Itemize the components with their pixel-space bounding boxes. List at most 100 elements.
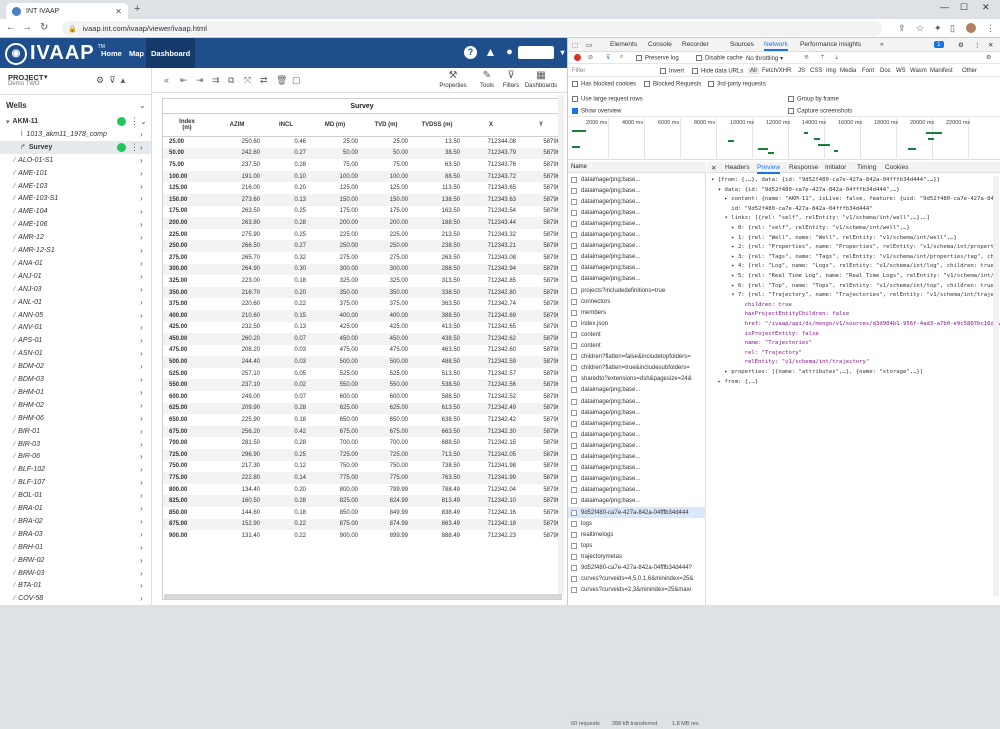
close-tab-icon[interactable]: ✕ <box>115 7 122 16</box>
well-item[interactable]: ∕ BLF-107 › <box>0 476 151 489</box>
item-menu-icon[interactable]: ⋮ <box>130 116 139 127</box>
request-row[interactable]: dataimage/png;base... <box>568 196 706 207</box>
table-row[interactable]: 275.00 265.70 0.32 275.00 275.00 263.50 712343… <box>163 252 561 264</box>
request-row[interactable]: dataimage/png;base... <box>568 263 706 274</box>
issues-badge[interactable]: 1 <box>934 41 944 48</box>
tab-response[interactable]: Response <box>789 164 818 171</box>
column-header[interactable]: TVDSS (m) <box>411 114 463 137</box>
well-item[interactable]: ∕ BRA-02 › <box>0 515 151 528</box>
request-row[interactable]: dataimage/png;base... <box>568 218 706 229</box>
chevron-right-icon[interactable]: › <box>140 130 143 139</box>
chevron-right-icon[interactable]: › <box>140 440 143 449</box>
json-line[interactable]: ▸ 4: {rel: "Log", name: "Logs", relEntit… <box>711 263 997 269</box>
request-row[interactable]: dataimage/png;base... <box>568 485 706 496</box>
request-row[interactable]: realtimelogs <box>568 529 706 540</box>
well-item[interactable]: ∕ BHM-01 › <box>0 386 151 399</box>
user-name-box[interactable] <box>518 46 554 59</box>
json-line[interactable]: ▸ 2: {rel: "Properties", name: "Properti… <box>711 244 997 250</box>
table-row[interactable]: 200.00 263.80 0.28 200.00 200.00 188.50 712343… <box>163 217 561 229</box>
json-line[interactable]: ▾ links: [{rel: "self", relEntity: "v1/s… <box>711 215 929 221</box>
chevron-right-icon[interactable]: › <box>140 375 143 384</box>
request-row[interactable]: dataimage/png;base... <box>568 474 706 485</box>
type-wasm[interactable]: Wasm <box>910 68 927 74</box>
reload-icon[interactable]: ↻ <box>40 22 48 33</box>
table-row[interactable]: 750.00 217.30 0.12 750.00 750.00 738.50 712341… <box>163 461 561 473</box>
well-item[interactable]: ∕ AME-103 › <box>0 180 151 193</box>
request-row[interactable]: 9d52f480-ca7e-427a-842a-04fffb34d444 <box>568 507 706 518</box>
request-row[interactable]: dataimage/png;base... <box>568 241 706 252</box>
json-line[interactable]: hasProjectEntityChildren: false <box>711 311 849 317</box>
chevron-right-icon[interactable]: › <box>140 530 143 539</box>
well-item[interactable]: ∕ BRW-03 › <box>0 567 151 580</box>
chevron-right-icon[interactable]: › <box>140 543 143 552</box>
wells-collapse-icon[interactable]: ⌄ <box>139 101 146 110</box>
well-item[interactable]: ∕ BDM-02 › <box>0 360 151 373</box>
type-all[interactable]: All <box>748 68 759 74</box>
disable-cache-checkbox[interactable]: Disable cache <box>696 55 743 62</box>
request-row[interactable]: children?flatten=false&includetopfolders… <box>568 352 706 363</box>
type-js[interactable]: JS <box>798 68 805 74</box>
network-overview-timeline[interactable]: 2000 ms 4000 ms 6000 ms 8000 ms 10000 ms 1200… <box>568 118 1000 160</box>
well-item[interactable]: ∕ BDM-03 › <box>0 373 151 386</box>
request-row[interactable]: dataimage/png;base... <box>568 396 706 407</box>
chevron-right-icon[interactable]: › <box>140 427 143 436</box>
table-row[interactable]: 400.00 210.60 0.15 400.00 400.00 388.50 712342… <box>163 309 561 322</box>
json-line[interactable]: ▸ 6: {rel: "Top", name: "Tops", relEntit… <box>711 283 1000 289</box>
extensions-icon[interactable]: ✦ <box>934 23 942 34</box>
request-row[interactable]: projects?includedefinitions=true <box>568 285 706 296</box>
chevron-right-icon[interactable]: › <box>140 491 143 500</box>
table-row[interactable]: 175.00 263.50 0.25 175.00 175.00 163.50 712343… <box>163 206 561 218</box>
table-row[interactable]: 75.00 237.50 0.28 75.00 75.00 63.50 712343.76 5… <box>163 159 561 171</box>
json-line[interactable]: ▾ data: {id: "9d52f480-ca7e-427a-842a-04… <box>711 187 900 193</box>
close-window-icon[interactable]: ✕ <box>982 2 990 13</box>
forward-icon[interactable]: → <box>22 22 32 33</box>
json-line[interactable]: isProjectEntity: false <box>711 331 819 337</box>
table-row[interactable]: 725.00 296.90 0.25 725.00 725.00 713.50 712342… <box>163 449 561 461</box>
chevron-right-icon[interactable]: › <box>140 259 143 268</box>
well-item[interactable]: ∕ ANN-05 › <box>0 309 151 322</box>
chevron-right-icon[interactable]: › <box>140 143 143 152</box>
request-row[interactable]: sharedto?extensions=dsh&pagesize=24& <box>568 374 706 385</box>
chevron-right-icon[interactable]: › <box>140 401 143 410</box>
request-row[interactable]: 9d52f480-ca7e-427a-842a-04fffb34d444? <box>568 563 706 574</box>
column-header[interactable]: TVD (m) <box>361 114 411 137</box>
json-line[interactable]: ▸ from: {,…} <box>711 379 758 385</box>
browser-menu-icon[interactable]: ⋮ <box>986 23 995 34</box>
json-line[interactable]: rel: "Trajectory" <box>711 350 802 356</box>
more-tabs-icon[interactable]: » <box>880 41 884 48</box>
inspect-icon[interactable]: ⬚ <box>572 41 578 49</box>
chevron-right-icon[interactable]: › <box>140 452 143 461</box>
chevron-right-icon[interactable]: › <box>140 569 143 578</box>
chevron-right-icon[interactable]: › <box>140 169 143 178</box>
help-icon[interactable]: ? <box>464 46 477 59</box>
table-row[interactable]: 300.00 264.90 0.30 300.00 300.00 288.50 712342… <box>163 263 561 276</box>
bookmark-icon[interactable]: ☆ <box>916 23 924 34</box>
first-page-icon[interactable]: « <box>164 75 169 85</box>
well-item[interactable]: ∕ AME-106 › <box>0 218 151 231</box>
chevron-right-icon[interactable]: › <box>140 362 143 371</box>
json-line[interactable]: ▸ 0: {rel: "self", relEntity: "v1/schema… <box>711 225 910 231</box>
minimize-icon[interactable]: — <box>940 2 949 12</box>
json-line[interactable]: href: "/ivaap/api/ds/mongo/v1/sources/d3… <box>711 321 1000 327</box>
clear-icon[interactable]: ⊘ <box>588 54 593 61</box>
well-item[interactable]: ∕ BIR-03 › <box>0 438 151 451</box>
preserve-log-checkbox[interactable]: Preserve log <box>636 55 679 62</box>
table-row[interactable]: 650.00 225.90 0.18 650.00 650.00 638.50 712342… <box>163 414 561 426</box>
tab-elements[interactable]: Elements <box>610 41 637 48</box>
show-overview-checkbox[interactable]: Show overview <box>572 108 621 115</box>
back-icon[interactable]: ← <box>6 22 16 33</box>
table-row[interactable]: 600.00 249.00 0.07 600.00 600.00 588.50 712342… <box>163 391 561 403</box>
table-row[interactable]: 550.00 237.10 0.02 550.00 550.00 538.50 712342… <box>163 379 561 392</box>
chevron-right-icon[interactable]: › <box>140 388 143 397</box>
table-row[interactable]: 475.00 208.20 0.03 475.00 475.00 463.50 712342… <box>163 345 561 357</box>
request-row[interactable]: dataimage/png;base... <box>568 174 706 185</box>
table-row[interactable]: 350.00 216.70 0.20 350.00 350.00 338.50 712342… <box>163 286 561 299</box>
request-row[interactable]: dataimage/png;base... <box>568 496 706 507</box>
tab-preview[interactable]: Preview <box>757 164 781 174</box>
table-row[interactable]: 500.00 244.40 0.03 500.00 500.00 488.50 712342… <box>163 356 561 368</box>
import-icon[interactable]: ⇡ <box>820 54 825 61</box>
invert-checkbox[interactable]: Invert <box>660 68 684 75</box>
request-row[interactable]: dataimage/png;base... <box>568 463 706 474</box>
close-devtools-icon[interactable]: ✕ <box>988 41 993 49</box>
type-media[interactable]: Media <box>840 68 856 74</box>
